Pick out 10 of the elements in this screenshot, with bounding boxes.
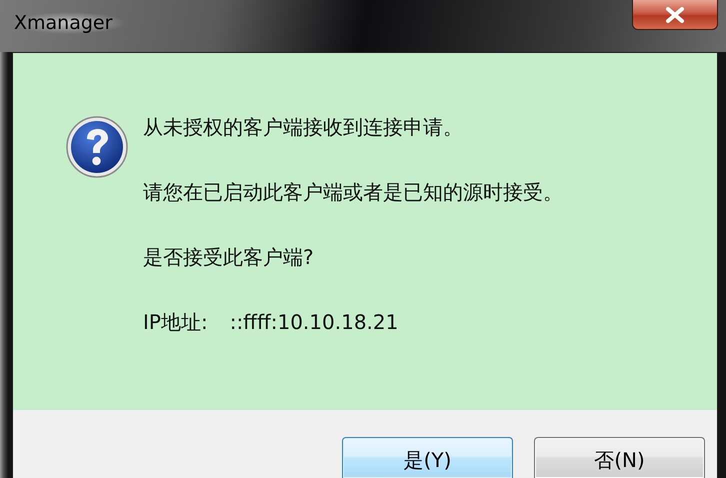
close-button[interactable]: [632, 0, 718, 30]
close-icon: [665, 6, 685, 22]
dialog-button[interactable]: 否(N): [534, 437, 705, 478]
message-text: 是否接受此客户端?: [143, 246, 315, 269]
message-text: 请您在已启动此客户端或者是已知的源时接受。: [143, 181, 563, 204]
ip-address: ::ffff:10.10.18.21: [230, 311, 398, 334]
message-text: 从未授权的客户端接收到连接申请。: [143, 116, 464, 139]
ip-label: IP地址:: [143, 311, 208, 334]
dialog-button[interactable]: 是(Y): [342, 437, 513, 478]
question-icon: [65, 115, 129, 179]
